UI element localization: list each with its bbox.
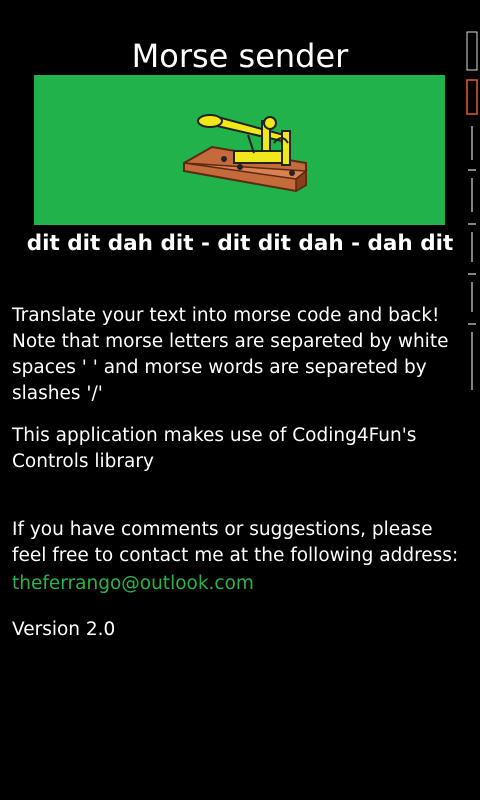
library-note-text: This application makes use of Coding4Fun… xyxy=(12,425,417,472)
telegraph-banner xyxy=(34,75,445,225)
email-link[interactable]: theferrango@outlook.com xyxy=(12,571,254,597)
telegraph-key-icon xyxy=(183,114,308,193)
contact-text: If you have comments or suggestions, ple… xyxy=(12,519,459,566)
description-text: Translate your text into morse code and … xyxy=(12,305,449,404)
debug-overlay xyxy=(466,30,480,400)
page-title: Morse sender xyxy=(131,37,349,75)
morse-output: dit dit dah dit - dit dit dah - dah dit xyxy=(26,231,454,256)
version-text: Version 2.0 xyxy=(12,619,116,640)
